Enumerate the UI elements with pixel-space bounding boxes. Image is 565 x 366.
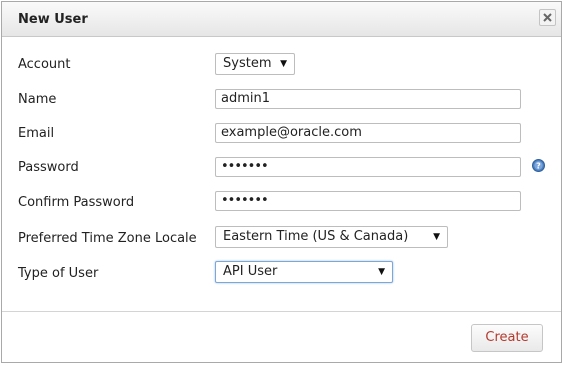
name-label: Name	[18, 92, 57, 107]
password-input-value: •••••••	[221, 159, 269, 174]
password-label: Password	[18, 160, 79, 175]
help-icon[interactable]: ?	[532, 159, 545, 172]
close-button[interactable]	[539, 9, 556, 26]
svg-text:?: ?	[536, 162, 541, 171]
chevron-down-icon: ▼	[280, 59, 287, 69]
chevron-down-icon: ▼	[378, 267, 385, 277]
password-input[interactable]: •••••••	[215, 157, 521, 177]
confirm-password-input[interactable]: •••••••	[215, 191, 521, 211]
chevron-down-icon: ▼	[433, 232, 440, 242]
time-zone-select-value: Eastern Time (US & Canada)	[223, 229, 409, 244]
new-user-dialog: New User Account System ▼ Name admin1 Em…	[1, 1, 562, 363]
name-input-value: admin1	[221, 91, 271, 106]
confirm-password-label: Confirm Password	[18, 195, 135, 210]
account-select[interactable]: System ▼	[215, 53, 295, 75]
user-type-select[interactable]: API User ▼	[215, 261, 393, 283]
email-label: Email	[18, 126, 55, 141]
user-type-select-value: API User	[223, 264, 278, 279]
create-button[interactable]: Create	[471, 324, 543, 352]
account-select-value: System	[223, 56, 272, 71]
confirm-password-input-value: •••••••	[221, 193, 269, 208]
account-label: Account	[18, 57, 71, 72]
name-input[interactable]: admin1	[215, 89, 521, 109]
dialog-title: New User	[18, 12, 88, 27]
dialog-titlebar: New User	[2, 2, 561, 37]
time-zone-select[interactable]: Eastern Time (US & Canada) ▼	[215, 226, 448, 248]
user-type-label: Type of User	[18, 266, 99, 281]
time-zone-label: Preferred Time Zone Locale	[18, 231, 197, 246]
footer-divider	[2, 311, 561, 312]
close-icon	[543, 13, 552, 22]
email-input[interactable]: example@oracle.com	[215, 123, 521, 143]
email-input-value: example@oracle.com	[221, 125, 362, 140]
